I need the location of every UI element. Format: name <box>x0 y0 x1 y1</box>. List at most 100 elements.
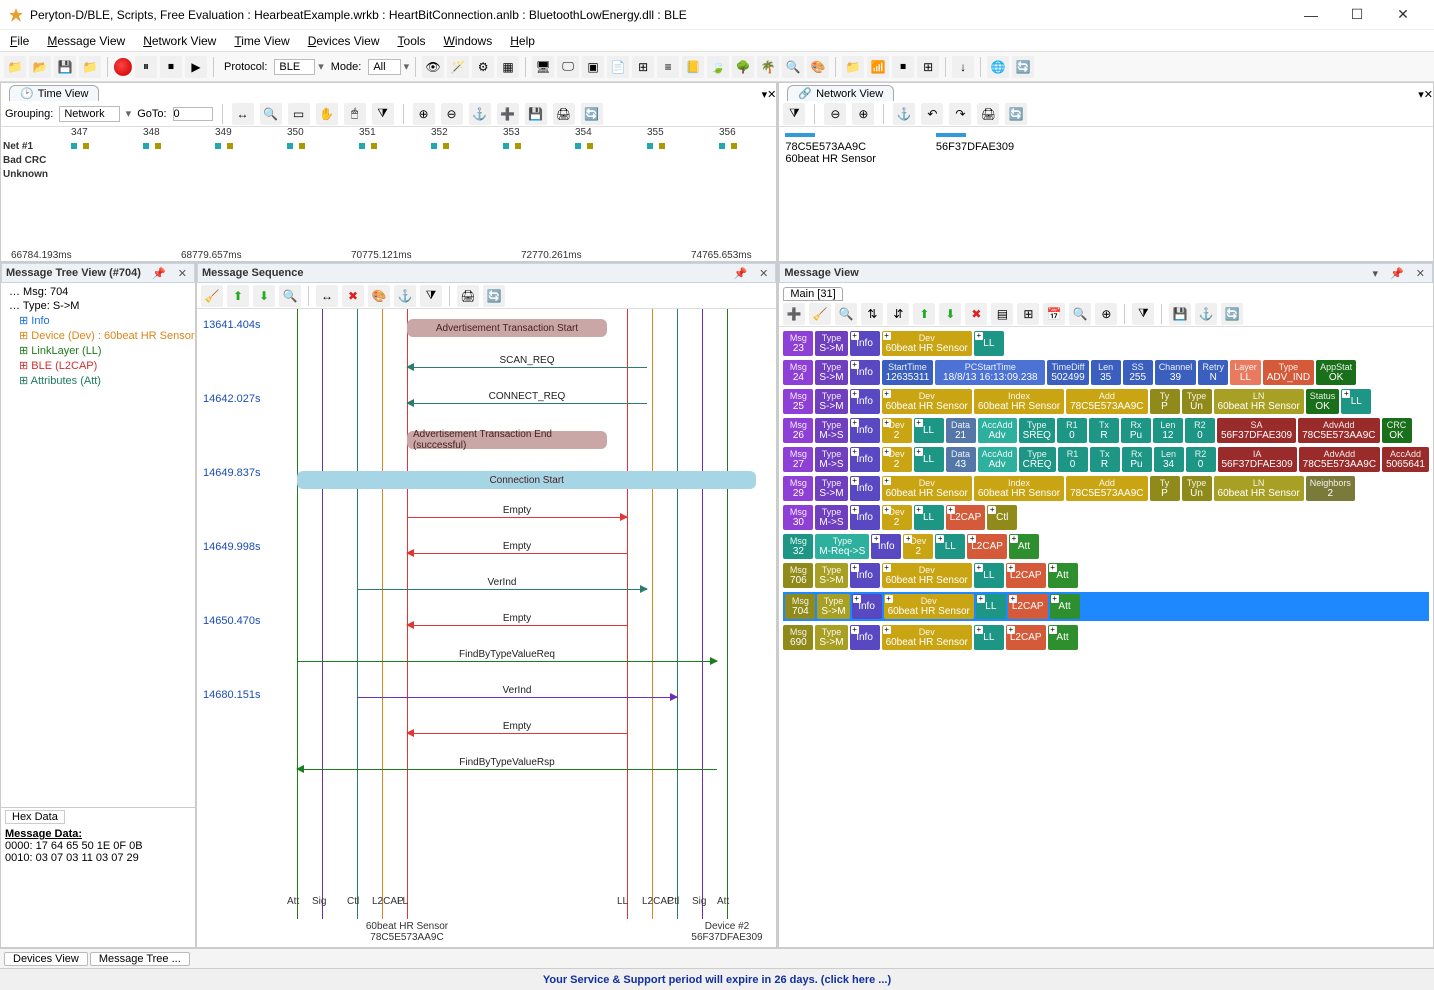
footer-banner[interactable]: Your Service & Support period will expir… <box>0 968 1434 990</box>
minimize-button[interactable]: — <box>1288 2 1334 28</box>
message-cell[interactable]: Msg27 <box>783 447 813 472</box>
message-cell[interactable]: LN60beat HR Sensor <box>1214 476 1304 501</box>
folder-icon[interactable]: 📁 <box>4 56 26 78</box>
message-cell[interactable]: TypeM->S <box>815 418 847 443</box>
tv-zoom-icon[interactable]: 🔍 <box>260 103 282 125</box>
message-cell[interactable]: TypeS->M <box>815 476 847 501</box>
tv-print-icon[interactable]: 🖨 <box>553 103 575 125</box>
mv-refresh-icon[interactable]: 🔄 <box>1221 303 1243 325</box>
tree-node[interactable]: ⊞ Device (Dev) : 60beat HR Sensor [1] <box>5 328 191 343</box>
wand-icon[interactable]: 🪄 <box>447 56 469 78</box>
seq-up-icon[interactable]: ⬆ <box>227 285 249 307</box>
message-cell[interactable]: +Info <box>850 476 880 501</box>
message-cell[interactable]: Len34 <box>1154 447 1184 472</box>
folder-yellow-icon[interactable]: 📁 <box>79 56 101 78</box>
nv-zoomout-icon[interactable]: ⊖ <box>824 103 846 125</box>
menu-file[interactable]: File <box>10 34 29 48</box>
grid-icon[interactable]: ⊞ <box>632 56 654 78</box>
message-cell[interactable]: Index60beat HR Sensor <box>974 476 1064 501</box>
network-view-tab[interactable]: 🔗 Network View <box>787 85 894 101</box>
message-cell[interactable]: R10 <box>1057 418 1087 443</box>
nv-zoomin-icon[interactable]: ⊕ <box>852 103 874 125</box>
seq-colors-icon[interactable]: 🎨 <box>368 285 390 307</box>
globe-icon[interactable]: 🌐 <box>987 56 1009 78</box>
message-cell[interactable]: +Info <box>850 447 880 472</box>
mv-close[interactable]: ✕ <box>1413 267 1428 280</box>
message-cell[interactable]: +L2CAP <box>946 505 986 530</box>
seq-anchor-icon[interactable]: ⚓ <box>394 285 416 307</box>
message-cell[interactable]: +Info <box>852 594 882 619</box>
message-row[interactable]: Msg25TypeS->M+Info+Dev60beat HR SensorIn… <box>783 389 1429 414</box>
message-cell[interactable]: +Dev2 <box>903 534 933 559</box>
tree-pin-icon[interactable]: 📌 <box>149 267 169 280</box>
message-cell[interactable]: Index60beat HR Sensor <box>974 389 1064 414</box>
tv-filter-icon[interactable]: ⧩ <box>372 103 394 125</box>
seq-del-icon[interactable]: ✖ <box>342 285 364 307</box>
message-cell[interactable]: +Dev60beat HR Sensor <box>882 625 972 650</box>
menu-windows[interactable]: Windows <box>444 34 493 48</box>
tree-node[interactable]: ⊞ BLE (L2CAP) <box>5 358 191 373</box>
message-cell[interactable]: RxPu <box>1121 418 1151 443</box>
message-cell[interactable]: Msg706 <box>783 563 813 588</box>
message-cell[interactable]: TypeADV_IND <box>1263 360 1314 385</box>
zoom-icon[interactable]: 🔍 <box>782 56 804 78</box>
message-cell[interactable]: +Info <box>871 534 901 559</box>
message-cell[interactable]: +Dev2 <box>882 505 912 530</box>
tree-icon[interactable]: 🌳 <box>732 56 754 78</box>
message-cell[interactable]: LayerLL <box>1230 360 1261 385</box>
tree-node[interactable]: … Msg: 704 <box>5 285 191 299</box>
tv-zoomout-icon[interactable]: ⊖ <box>441 103 463 125</box>
maximize-button[interactable]: ☐ <box>1334 2 1380 28</box>
network-node[interactable]: 78C5E573AA9C60beat HR Sensor <box>785 133 876 165</box>
message-cell[interactable]: LN60beat HR Sensor <box>1214 389 1304 414</box>
menu-time-view[interactable]: Time View <box>234 34 289 48</box>
message-cell[interactable]: R20 <box>1186 447 1216 472</box>
eye-icon[interactable]: 👁 <box>422 56 444 78</box>
message-cell[interactable]: +Info <box>850 418 880 443</box>
message-cell[interactable]: R10 <box>1058 447 1088 472</box>
mv-sort-icon[interactable]: ⇅ <box>861 303 883 325</box>
message-row[interactable]: Msg23TypeS->M+Info+Dev60beat HR Sensor+L… <box>783 331 1429 356</box>
grouping-select[interactable]: Network <box>59 106 119 122</box>
mode-select[interactable]: All <box>368 59 400 75</box>
message-cell[interactable]: +Att <box>1048 563 1078 588</box>
message-cell[interactable]: +Dev60beat HR Sensor <box>882 389 972 414</box>
seq-print-icon[interactable]: 🖨 <box>457 285 479 307</box>
list-icon[interactable]: ≡ <box>657 56 679 78</box>
nv-redo-icon[interactable]: ↷ <box>949 103 971 125</box>
wifi-icon[interactable]: 📶 <box>867 56 889 78</box>
message-cell[interactable]: Add78C5E573AA9C <box>1066 389 1147 414</box>
mv-save-icon[interactable]: 💾 <box>1169 303 1191 325</box>
message-cell[interactable]: TypeCREQ <box>1019 447 1056 472</box>
pause-button[interactable]: ⏸ <box>135 56 157 78</box>
message-cell[interactable]: +Att <box>1050 594 1080 619</box>
message-cell[interactable]: AccAddAdv <box>978 447 1017 472</box>
tv-refresh-icon[interactable]: 🔄 <box>581 103 603 125</box>
menu-help[interactable]: Help <box>510 34 535 48</box>
message-cell[interactable]: RxPu <box>1122 447 1152 472</box>
message-cell[interactable]: +Info <box>850 505 880 530</box>
mv-sort2-icon[interactable]: ⇵ <box>887 303 909 325</box>
message-cell[interactable]: Add78C5E573AA9C <box>1066 476 1147 501</box>
message-cell[interactable]: Len12 <box>1153 418 1183 443</box>
message-cell[interactable]: TypeS->M <box>817 594 849 619</box>
tree-node[interactable]: … Type: S->M <box>5 299 191 313</box>
tv-zoomin-icon[interactable]: ⊕ <box>413 103 435 125</box>
message-cell[interactable]: +Info <box>850 360 880 385</box>
palm-icon[interactable]: 🌴 <box>757 56 779 78</box>
nv-anchor-icon[interactable]: ⚓ <box>893 103 915 125</box>
message-cell[interactable]: +Info <box>850 331 880 356</box>
tree-node[interactable]: ⊞ Info <box>5 313 191 328</box>
mv-anchor-icon[interactable]: ⚓ <box>1195 303 1217 325</box>
seq-pin-icon[interactable]: 📌 <box>730 267 750 280</box>
goto-input[interactable] <box>173 107 213 121</box>
message-cell[interactable]: RetryN <box>1198 360 1228 385</box>
nv-undo-icon[interactable]: ↶ <box>921 103 943 125</box>
time-view-tab[interactable]: 🕑 Time View <box>9 85 99 101</box>
seq-refresh-icon[interactable]: 🔄 <box>483 285 505 307</box>
message-cell[interactable]: TypeS->M <box>815 331 847 356</box>
menu-devices-view[interactable]: Devices View <box>308 34 380 48</box>
message-cell[interactable]: Msg690 <box>783 625 813 650</box>
gear-icon[interactable]: ⚙ <box>472 56 494 78</box>
message-cell[interactable]: R20 <box>1185 418 1215 443</box>
